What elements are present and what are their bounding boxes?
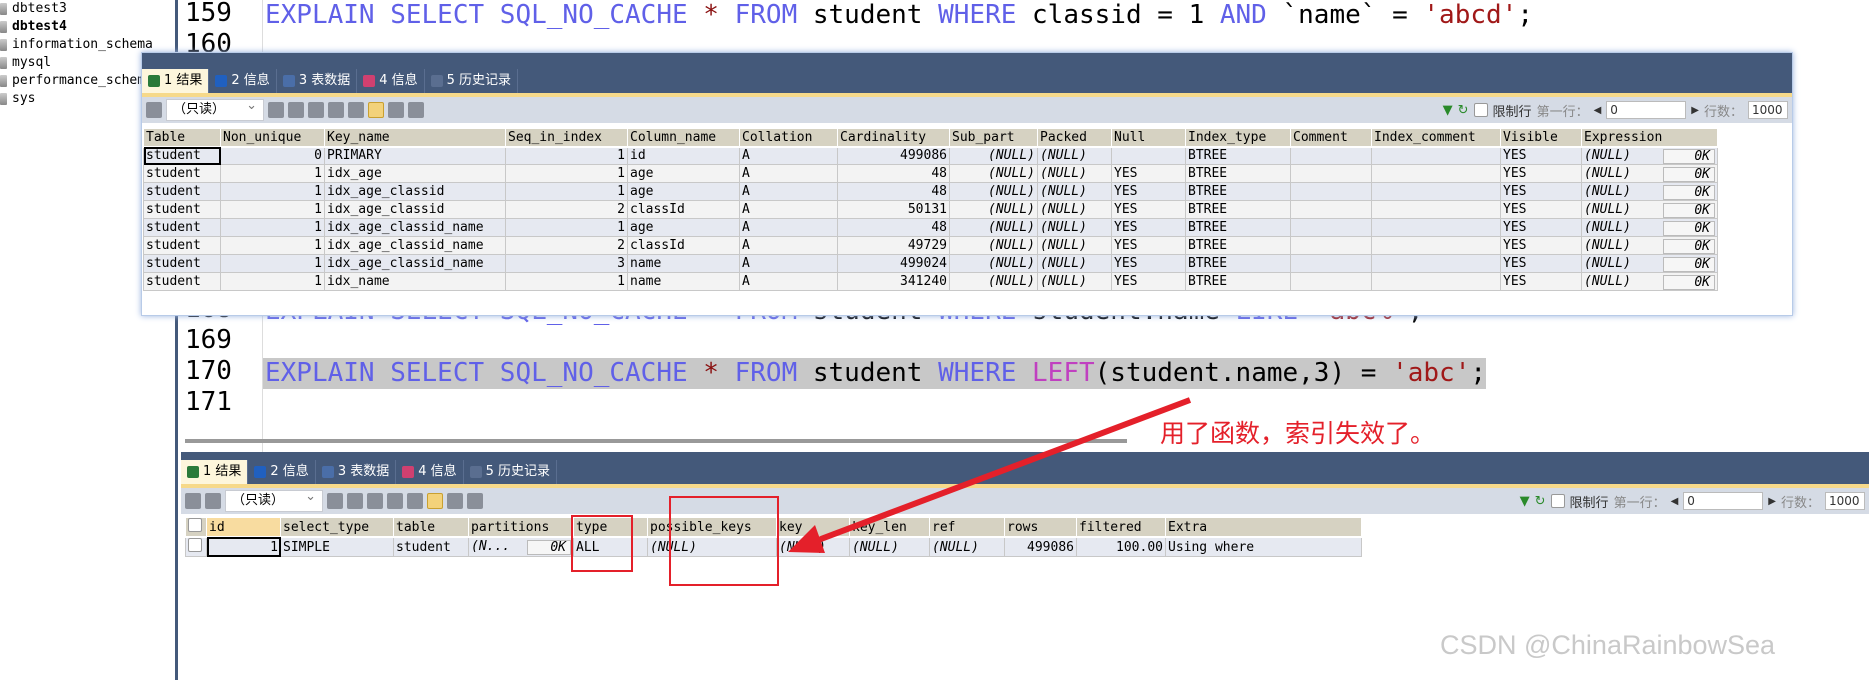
annotation-arrow (788, 397, 1192, 553)
annotation-text: 用了函数，索引失效了。 (1160, 419, 1436, 448)
watermark: CSDN @ChinaRainbowSea (1440, 630, 1776, 660)
